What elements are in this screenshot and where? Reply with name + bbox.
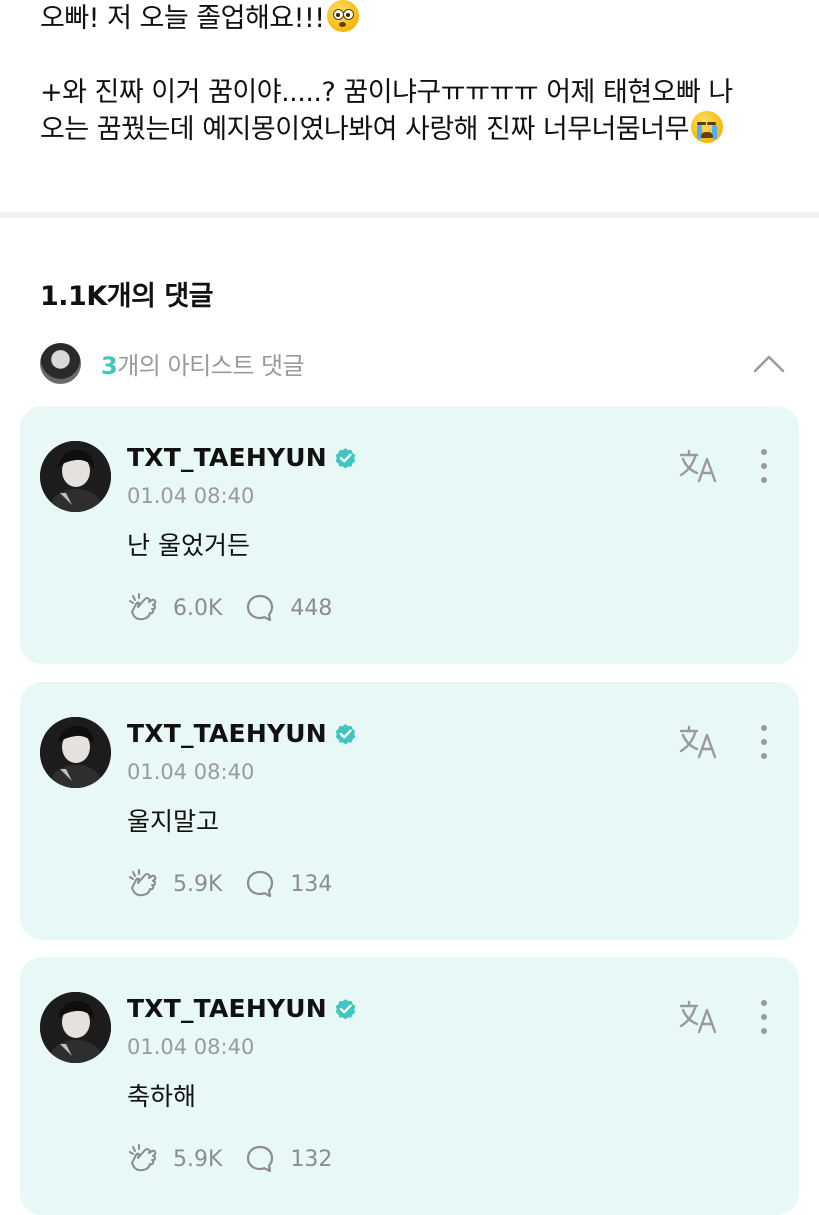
- post-line-3-text: 오는 꿈꿨는데 예지몽이였나봐여 사랑해 진짜 너무너뭄너무: [40, 114, 689, 145]
- translate-icon[interactable]: [679, 449, 719, 483]
- artist-comment-card: TXT_TAEHYUN 01.04 08:40 축하해 5.9K 132: [20, 957, 799, 1215]
- verified-badge-icon: [335, 999, 356, 1020]
- comment-stats: 5.9K 134: [127, 868, 332, 900]
- comments-count-heading: 1.1K개의 댓글: [40, 281, 214, 312]
- post-line-3: 오는 꿈꿨는데 예지몽이였나봐여 사랑해 진짜 너무너뭄너무: [40, 111, 800, 148]
- artist-comments-count: 3: [101, 351, 118, 380]
- comment-timestamp: 01.04 08:40: [127, 760, 255, 784]
- comment-author[interactable]: TXT_TAEHYUN: [127, 719, 358, 748]
- artist-comment-card: TXT_TAEHYUN 01.04 08:40 난 울었거든 6.0K 448: [20, 406, 799, 664]
- translate-icon[interactable]: [679, 1000, 719, 1034]
- avatar[interactable]: [40, 992, 111, 1063]
- cheer-icon[interactable]: [127, 1143, 159, 1175]
- verified-badge-icon: [335, 448, 356, 469]
- artist-comment-card: TXT_TAEHYUN 01.04 08:40 울지말고 5.9K 134: [20, 682, 799, 940]
- comment-timestamp: 01.04 08:40: [127, 1035, 255, 1059]
- translate-icon[interactable]: [679, 725, 719, 759]
- reply-icon[interactable]: [244, 868, 276, 900]
- post-body: 오빠! 저 오늘 졸업해요!!! +와 진짜 이거 꿈이야.....? 꿈이냐구…: [40, 0, 800, 148]
- artist-comments-text: 개의 아티스트 댓글: [117, 351, 305, 380]
- reply-count: 134: [290, 871, 333, 897]
- like-count: 5.9K: [173, 871, 223, 897]
- artist-avatar: [40, 342, 81, 384]
- comment-stats: 5.9K 132: [127, 1143, 332, 1175]
- post-line-1-text: 오빠! 저 오늘 졸업해요!!!: [40, 3, 325, 34]
- artist-comments-toggle[interactable]: 3개의 아티스트 댓글: [40, 341, 785, 385]
- comment-author[interactable]: TXT_TAEHYUN: [127, 994, 358, 1023]
- reply-count: 132: [290, 1146, 333, 1172]
- comment-timestamp: 01.04 08:40: [127, 484, 255, 508]
- more-options-icon[interactable]: [757, 446, 771, 486]
- like-count: 6.0K: [173, 595, 223, 621]
- reply-icon[interactable]: [244, 592, 276, 624]
- comment-text: 울지말고: [127, 807, 220, 836]
- more-options-icon[interactable]: [757, 997, 771, 1037]
- chevron-up-icon[interactable]: [753, 353, 785, 373]
- post-line-1: 오빠! 저 오늘 졸업해요!!!: [40, 0, 800, 37]
- flushed-face-emoji-icon: [326, 0, 359, 32]
- verified-badge-icon: [335, 724, 356, 745]
- reply-icon[interactable]: [244, 1143, 276, 1175]
- comment-text: 축하해: [127, 1082, 197, 1111]
- artist-comments-label: 3개의 아티스트 댓글: [101, 346, 305, 381]
- avatar[interactable]: [40, 441, 111, 512]
- author-name[interactable]: TXT_TAEHYUN: [127, 994, 327, 1023]
- author-name[interactable]: TXT_TAEHYUN: [127, 719, 327, 748]
- like-count: 5.9K: [173, 1146, 223, 1172]
- section-divider: [0, 212, 819, 218]
- comment-stats: 6.0K 448: [127, 592, 332, 624]
- reply-count: 448: [290, 595, 333, 621]
- crying-face-emoji-icon: [690, 111, 723, 143]
- comment-text: 난 울었거든: [127, 531, 250, 560]
- avatar[interactable]: [40, 717, 111, 788]
- author-name[interactable]: TXT_TAEHYUN: [127, 443, 327, 472]
- comment-author[interactable]: TXT_TAEHYUN: [127, 443, 358, 472]
- cheer-icon[interactable]: [127, 868, 159, 900]
- more-options-icon[interactable]: [757, 722, 771, 762]
- post-line-2: +와 진짜 이거 꿈이야.....? 꿈이냐구ㅠㅠㅠㅠ 어제 태현오빠 나: [40, 77, 733, 108]
- cheer-icon[interactable]: [127, 592, 159, 624]
